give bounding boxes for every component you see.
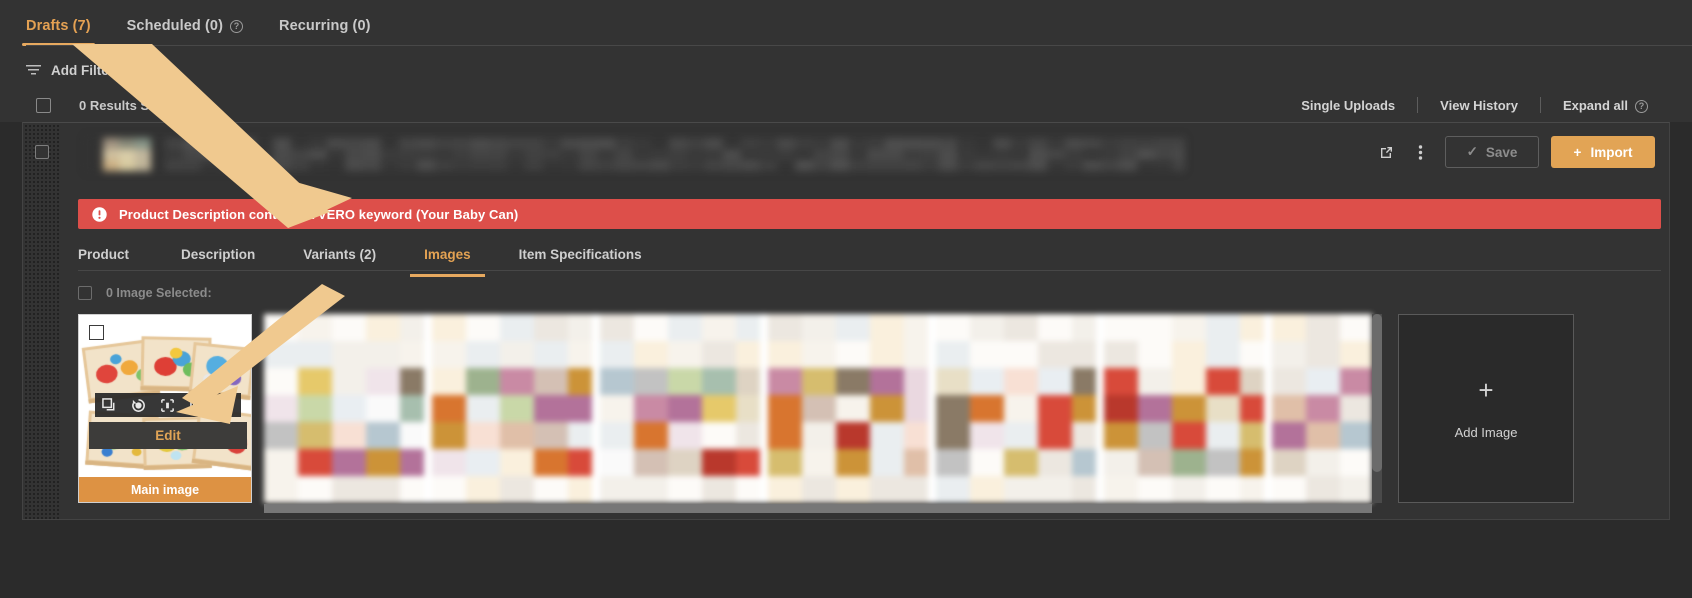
copy-icon[interactable]	[102, 397, 117, 413]
scrollbar-thumb[interactable]	[1372, 314, 1382, 472]
select-all-images-checkbox[interactable]	[78, 286, 92, 300]
plus-icon: +	[1573, 144, 1582, 160]
expand-all-label: Expand all	[1562, 97, 1628, 113]
tab-description[interactable]: Description	[157, 236, 279, 272]
vero-error-banner: Product Description contains a VERO keyw…	[78, 199, 1661, 229]
error-circle-icon	[92, 206, 107, 222]
image-selection-row: 0 Image Selected:	[78, 286, 212, 300]
import-button[interactable]: + Import	[1551, 136, 1655, 168]
kebab-menu-icon[interactable]	[1403, 135, 1437, 169]
vero-error-message: Product Description contains a VERO keyw…	[119, 206, 519, 222]
help-icon[interactable]: ?	[230, 19, 244, 33]
view-history-link[interactable]: View History	[1418, 98, 1540, 113]
drag-handle[interactable]	[23, 123, 59, 519]
tab-variants-label: Variants (2)	[303, 246, 377, 262]
tab-scheduled-label: Scheduled (0)	[126, 18, 224, 34]
save-label: Save	[1485, 144, 1518, 160]
resize-icon[interactable]	[189, 398, 205, 413]
main-image-label: Main image	[130, 482, 200, 497]
filter-icon	[26, 65, 41, 75]
crop-icon[interactable]	[160, 398, 175, 413]
edit-image-button[interactable]: Edit	[89, 422, 247, 449]
tab-recurring-label: Recurring (0)	[279, 18, 371, 34]
rotate-icon[interactable]	[131, 398, 146, 413]
results-bar: 0 Results Selected Single Uploads View H…	[0, 88, 1692, 122]
tab-description-label: Description	[181, 246, 256, 262]
results-selected-label: 0 Results Selected	[79, 97, 194, 113]
import-label: Import	[1590, 144, 1633, 160]
tab-product-label: Product	[78, 246, 130, 262]
image-hover-toolbar	[95, 393, 241, 417]
detail-tab-bar: Product Description Variants (2) Images …	[78, 236, 1661, 277]
save-button[interactable]: ✓ Save	[1445, 136, 1539, 168]
select-all-checkbox[interactable]	[36, 97, 51, 113]
tab-item-specifications-label: Item Specifications	[518, 246, 642, 262]
check-icon: ✓	[1466, 144, 1478, 159]
filter-bar: Add Filter	[0, 52, 1692, 88]
tab-images[interactable]: Images	[400, 236, 495, 277]
tab-underline	[26, 45, 1692, 46]
tab-product[interactable]: Product	[78, 236, 157, 272]
add-image-label: Add Image	[1454, 425, 1518, 440]
draft-listing-row: ✓ Save + Import Product Description cont…	[22, 122, 1670, 520]
expand-icon[interactable]	[219, 398, 234, 413]
tab-images-label: Images	[424, 246, 471, 262]
add-image-button[interactable]: + Add Image	[1398, 314, 1574, 503]
external-link-icon[interactable]	[1369, 135, 1403, 169]
row-select-checkbox[interactable]	[35, 145, 49, 159]
expand-all-link[interactable]: Expand all?	[1541, 98, 1670, 113]
single-uploads-link[interactable]: Single Uploads	[1279, 98, 1417, 113]
gallery-vertical-scrollbar[interactable]	[1372, 314, 1382, 503]
help-icon[interactable]: ?	[1635, 99, 1648, 113]
plus-icon: +	[1478, 375, 1494, 405]
tab-item-specifications[interactable]: Item Specifications	[495, 236, 666, 272]
detail-tab-underline	[78, 270, 1661, 271]
gallery-horizontal-scrollbar[interactable]	[264, 504, 1372, 513]
images-strip: Edit Main image + Add Image	[78, 314, 1661, 514]
tab-variants[interactable]: Variants (2)	[279, 236, 400, 272]
top-tab-bar: Drafts (7) Scheduled (0) ? Recurring (0)	[0, 0, 1692, 52]
image-gallery-redacted[interactable]	[264, 314, 1372, 503]
add-filter-button[interactable]: Add Filter	[51, 63, 114, 78]
main-image-badge: Main image	[79, 477, 251, 502]
image-card-checkbox[interactable]	[89, 325, 104, 340]
image-card-main[interactable]: Edit Main image	[78, 314, 252, 503]
image-selected-label: 0 Image Selected:	[106, 286, 212, 300]
edit-label: Edit	[155, 428, 181, 443]
tab-drafts-label: Drafts (7)	[26, 18, 91, 34]
listing-summary-redacted	[85, 136, 1185, 172]
row-action-buttons: ✓ Save + Import	[1369, 135, 1655, 169]
